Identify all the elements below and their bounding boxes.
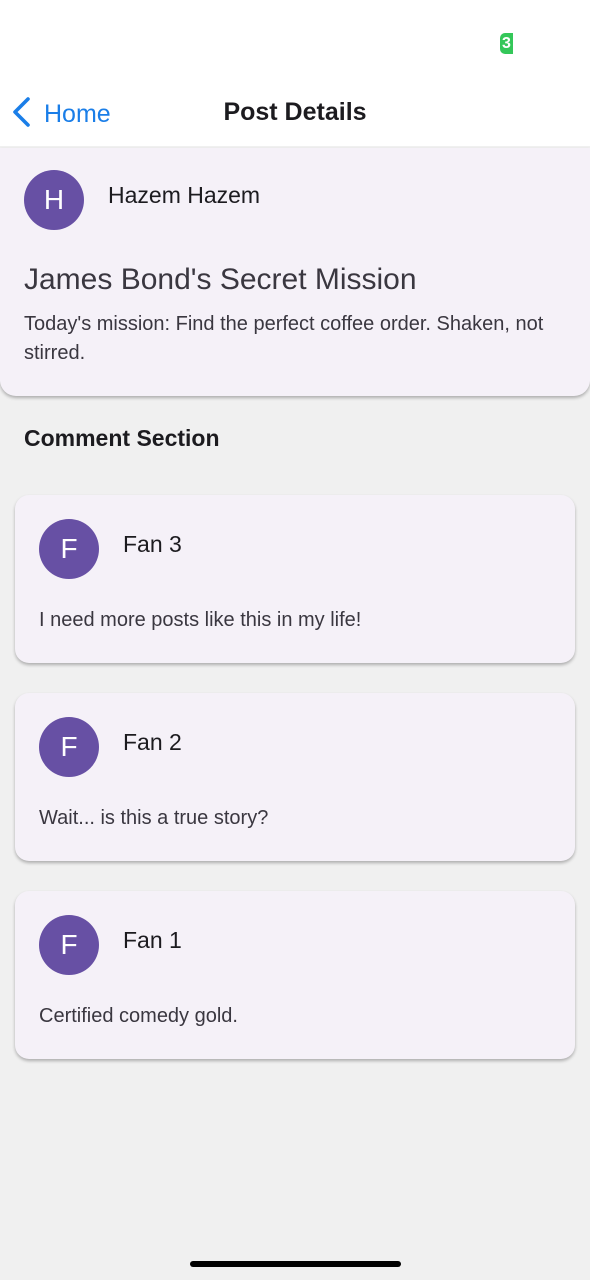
avatar: F [39,717,99,777]
avatar: F [39,915,99,975]
comment-text: Wait... is this a true story? [39,807,269,829]
page-title: Post Details [223,98,367,126]
avatar: F [39,519,99,579]
status-bar: 3 [0,0,590,80]
comment-text: Certified comedy gold. [39,1005,238,1027]
battery-badge: 3 [500,33,513,54]
comment-card: F Fan 1 Certified comedy gold. [15,891,575,1059]
comment-card: F Fan 3 I need more posts like this in m… [15,495,575,663]
comment-author: Fan 3 [123,531,182,557]
post-title: James Bond's Secret Mission [24,263,417,296]
comment-author: Fan 1 [123,927,182,953]
home-indicator[interactable] [190,1261,401,1267]
comment-author: Fan 2 [123,729,182,755]
post-body: Today's mission: Find the perfect coffee… [24,313,544,364]
comment-card: F Fan 2 Wait... is this a true story? [15,693,575,861]
post-author: Hazem Hazem [108,182,261,208]
post-card: H Hazem Hazem James Bond's Secret Missio… [0,148,590,396]
comment-section-heading: Comment Section [24,425,220,451]
post-details-screen: 3 Home Post Details H Hazem Hazem James … [0,0,590,1280]
navigation-bar: Home Post Details [0,80,590,146]
avatar: H [24,170,84,230]
comment-text: I need more posts like this in my life! [39,609,362,631]
